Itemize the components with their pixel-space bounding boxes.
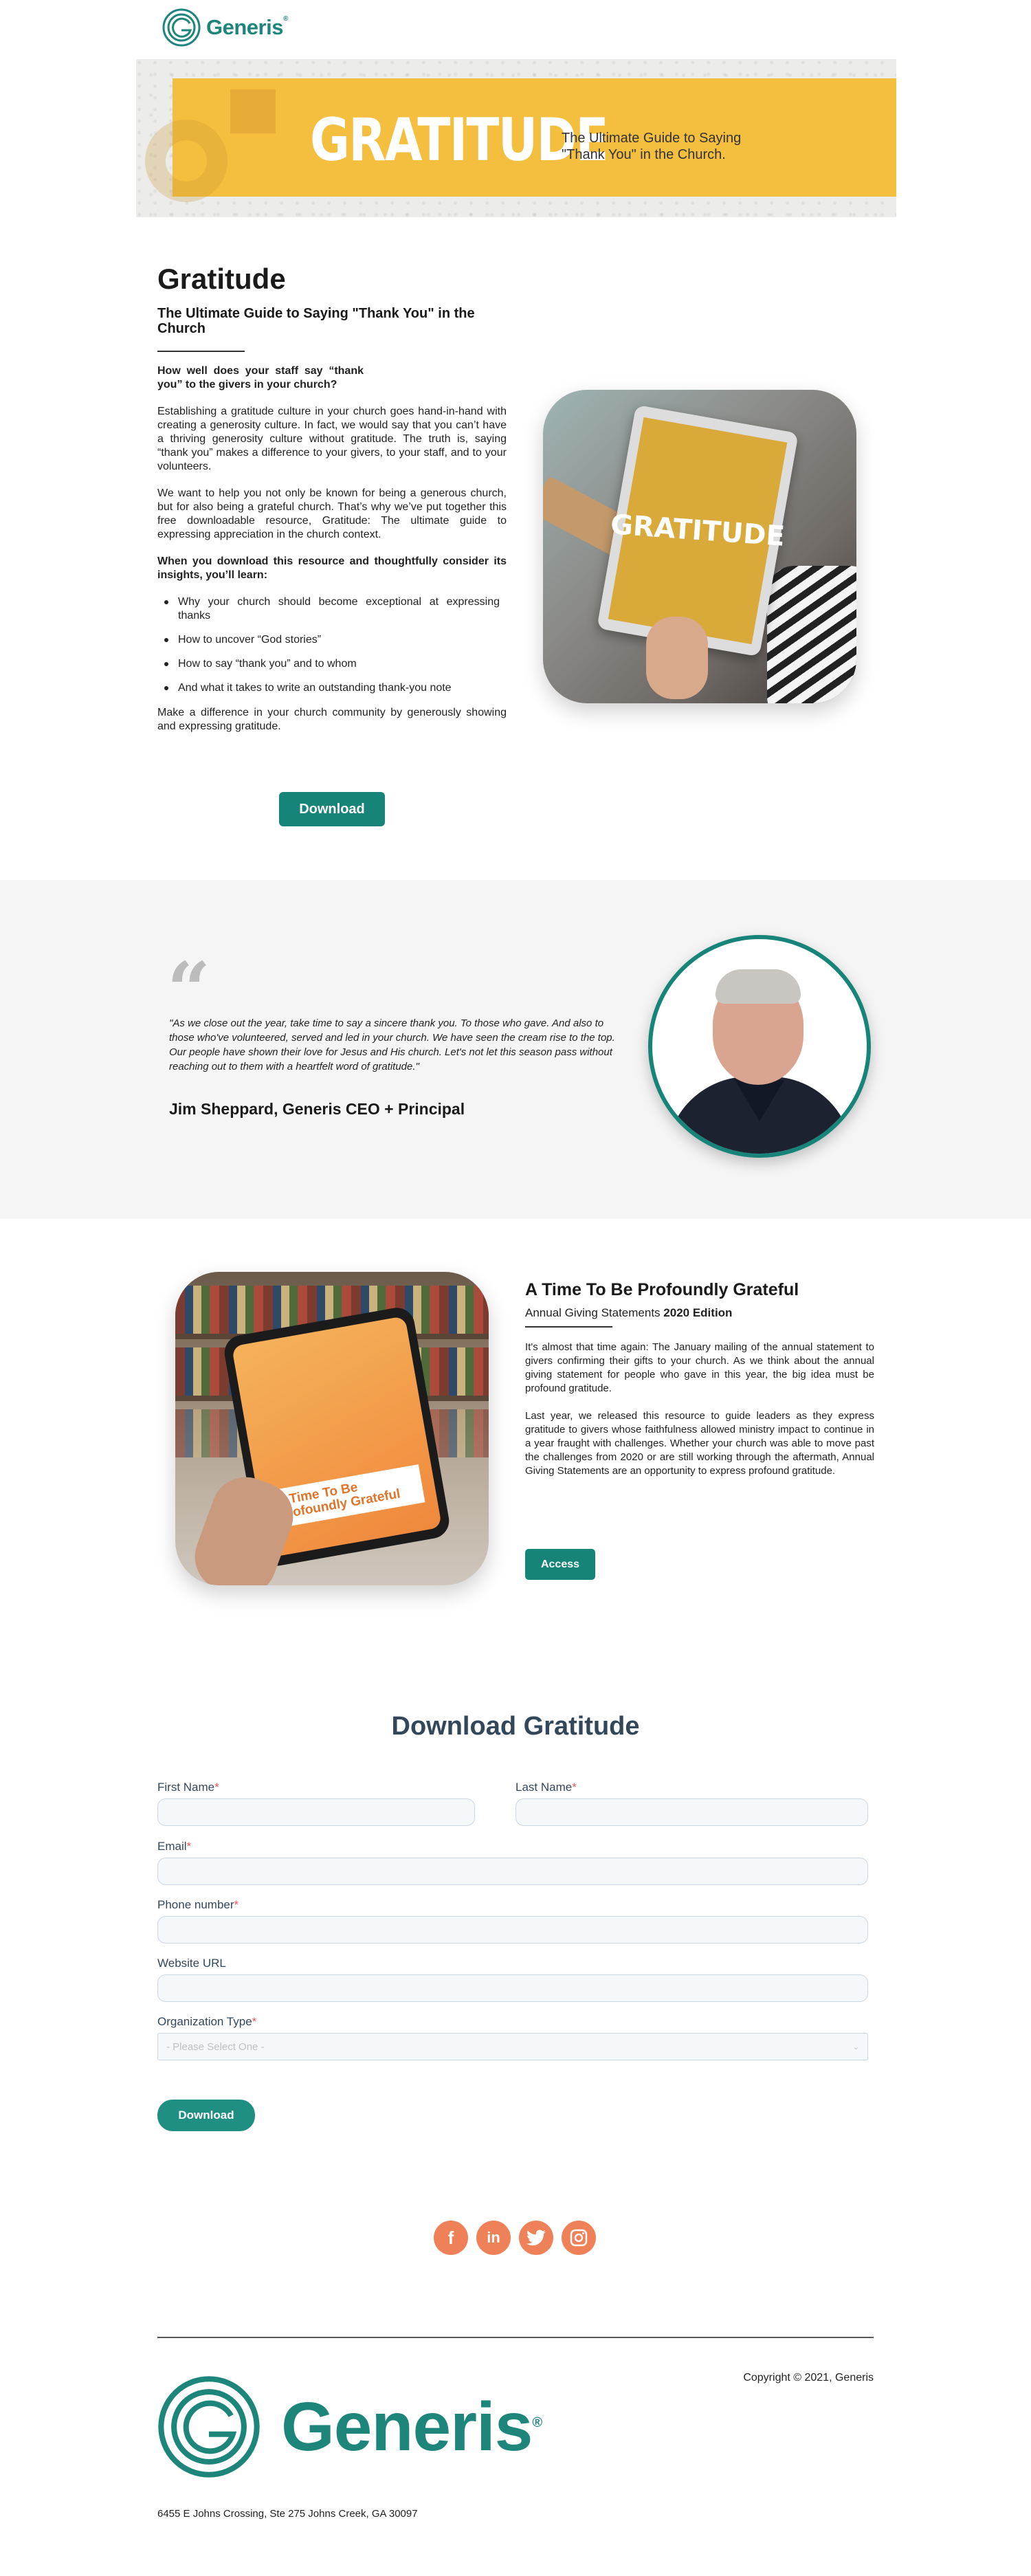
testimonial-quote: "As we close out the year, take time to … (169, 1017, 615, 1072)
divider (525, 1326, 612, 1328)
chevron-down-icon: ⌄ (852, 2043, 859, 2051)
quote-icon: “ (167, 945, 211, 1034)
footer-logo[interactable]: Generis® (157, 2375, 542, 2478)
phone-input[interactable] (157, 1916, 868, 1944)
agsc-paragraph-2: Last year, we released this resource to … (525, 1410, 874, 1477)
list-item: And what it takes to write an outstandin… (157, 681, 507, 695)
intro-question: How well does your staff say “thank you”… (157, 365, 364, 390)
copyright: Copyright © 2021, Generis (743, 2372, 874, 2384)
form-submit-button[interactable]: Download (157, 2100, 255, 2131)
learn-list: Why your church should become exceptiona… (157, 595, 507, 695)
address: 6455 E Johns Crossing, Ste 275 Johns Cre… (157, 2508, 418, 2520)
agsc-title: A Time To Be Profoundly Grateful (525, 1280, 799, 1299)
agsc-tablet-image: A Time To Be Profoundly Grateful (175, 1272, 489, 1585)
instagram-icon[interactable] (562, 2221, 596, 2255)
learn-heading: When you download this resource and thou… (157, 555, 507, 581)
list-item: Why your church should become exceptiona… (157, 595, 507, 623)
header-logo[interactable]: Generis® (162, 8, 288, 47)
list-item: How to say “thank you” and to whom (157, 657, 507, 671)
website-input[interactable] (157, 1974, 868, 2002)
first-name-label: First Name* (157, 1781, 219, 1794)
email-input[interactable] (157, 1858, 868, 1885)
email-label: Email* (157, 1840, 192, 1853)
footer-divider (157, 2337, 874, 2338)
last-name-input[interactable] (516, 1798, 868, 1826)
org-type-selected: - Please Select One - (166, 2040, 265, 2053)
tablet-screen-title: GRATITUDE (609, 509, 786, 553)
agsc-copy: It's almost that time again: The January… (525, 1341, 874, 1492)
last-name-label: Last Name* (516, 1781, 577, 1794)
author-portrait (648, 935, 871, 1158)
facebook-icon[interactable]: f (434, 2221, 468, 2255)
registered-mark: ® (282, 15, 288, 23)
linkedin-icon[interactable]: in (476, 2221, 511, 2255)
hero-banner: GRATITUDE The Ultimate Guide to Saying "… (136, 59, 896, 217)
generis-logo-icon (162, 8, 201, 47)
org-type-label: Organization Type* (157, 2015, 257, 2028)
agsc-subtitle: Annual Giving Statements 2020 Edition (525, 1306, 733, 1319)
twitter-icon[interactable] (519, 2221, 553, 2255)
registered-mark: ® (532, 2414, 542, 2430)
first-name-input[interactable] (157, 1798, 475, 1826)
form-title: Download Gratitude (391, 1712, 640, 1741)
divider (157, 351, 245, 352)
access-button[interactable]: Access (525, 1549, 595, 1580)
generis-logo-icon (158, 2376, 260, 2478)
intro-paragraph-1: Establishing a gratitude culture in your… (157, 406, 507, 472)
org-type-select[interactable]: - Please Select One - ⌄ (157, 2033, 868, 2060)
page-title: Gratitude (157, 263, 286, 295)
page-subtitle: The Ultimate Guide to Saying "Thank You"… (157, 306, 475, 336)
banner-subtitle: The Ultimate Guide to Saying "Thank You"… (562, 131, 742, 162)
intro-closing: Make a difference in your church communi… (157, 707, 507, 732)
intro-paragraph-2: We want to help you not only be known fo… (157, 487, 507, 540)
agsc-paragraph-1: It's almost that time again: The January… (525, 1341, 874, 1394)
download-button[interactable]: Download (279, 792, 385, 826)
intro-copy: How well does your staff say “thank you”… (157, 364, 507, 747)
list-item: How to uncover “God stories” (157, 633, 507, 647)
brand-name: Generis (206, 15, 283, 39)
phone-label: Phone number* (157, 1898, 239, 1911)
testimonial-author: Jim Sheppard, Generis CEO + Principal (169, 1100, 465, 1118)
brand-name: Generis (281, 2388, 533, 2465)
website-label: Website URL (157, 1957, 226, 1970)
gratitude-tablet-image: GRATITUDE (543, 390, 856, 703)
